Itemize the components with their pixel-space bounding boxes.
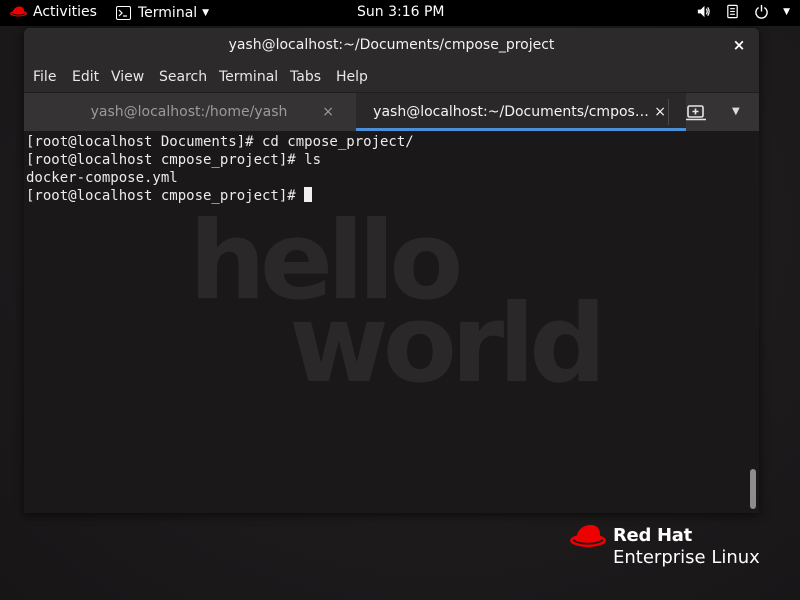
- menu-search[interactable]: Search: [159, 69, 207, 85]
- redhat-logo-icon[interactable]: [10, 5, 28, 19]
- chevron-down-icon: ▼: [783, 6, 790, 17]
- terminal-output[interactable]: hello world [root@localhost Documents]# …: [24, 131, 759, 513]
- tab-close-icon[interactable]: ×: [322, 93, 334, 131]
- tab-bar: yash@localhost:/home/yash × yash@localho…: [24, 92, 759, 131]
- menu-tabs[interactable]: Tabs: [290, 69, 321, 85]
- terminal-line: docker-compose.yml: [26, 170, 178, 186]
- tab-cmpose-project[interactable]: yash@localhost:~/Documents/cmpos… ×: [356, 93, 686, 131]
- tab-separator: [668, 99, 669, 125]
- text-cursor: [304, 187, 313, 202]
- activities-button[interactable]: Activities: [33, 4, 97, 20]
- terminal-prompt: [root@localhost cmpose_project]#: [26, 188, 305, 204]
- clock[interactable]: Sun 3:16 PM: [357, 4, 445, 20]
- chevron-down-icon[interactable]: ▼: [732, 103, 740, 121]
- power-icon: [755, 4, 768, 19]
- volume-icon: [697, 5, 710, 18]
- tab-label: yash@localhost:/home/yash: [90, 104, 288, 120]
- menu-help[interactable]: Help: [336, 69, 368, 85]
- top-panel: Activities Terminal ▼ Sun 3:16 PM ▼: [0, 0, 800, 26]
- app-menu-terminal[interactable]: Terminal ▼: [116, 3, 209, 23]
- terminal-prompt-line: [root@localhost cmpose_project]#: [26, 187, 414, 205]
- terminal-text: [root@localhost Documents]# cd cmpose_pr…: [26, 133, 414, 205]
- scrollbar-thumb[interactable]: [750, 469, 756, 509]
- tab-close-icon[interactable]: ×: [654, 93, 666, 131]
- tab-home-yash[interactable]: yash@localhost:/home/yash ×: [24, 93, 354, 131]
- terminal-icon: [116, 6, 131, 20]
- system-status-menu[interactable]: ▼: [696, 4, 790, 19]
- menu-terminal[interactable]: Terminal: [219, 69, 278, 85]
- window-title: yash@localhost:~/Documents/cmpose_projec…: [228, 37, 555, 53]
- app-menu-label: Terminal: [138, 5, 198, 21]
- terminal-line: [root@localhost Documents]# cd cmpose_pr…: [26, 134, 414, 150]
- hello-world-watermark: hello world: [189, 213, 607, 383]
- menu-edit[interactable]: Edit: [72, 69, 99, 85]
- tab-label: yash@localhost:~/Documents/cmpos…: [373, 104, 649, 120]
- window-titlebar[interactable]: yash@localhost:~/Documents/cmpose_projec…: [24, 28, 759, 63]
- brand-product: Enterprise Linux: [613, 547, 760, 568]
- menubar: File Edit View Search Terminal Tabs Help: [24, 63, 759, 92]
- terminal-line: [root@localhost cmpose_project]# ls: [26, 152, 322, 168]
- redhat-branding: Red Hat Enterprise Linux: [570, 520, 770, 570]
- network-icon: [727, 4, 738, 19]
- redhat-logo-icon: [570, 525, 606, 547]
- menu-view[interactable]: View: [111, 69, 144, 85]
- watermark-line2: world: [289, 282, 601, 383]
- terminal-window: yash@localhost:~/Documents/cmpose_projec…: [24, 28, 759, 513]
- terminal-scrollbar[interactable]: [749, 131, 757, 513]
- new-tab-icon[interactable]: [686, 103, 706, 121]
- window-close-button[interactable]: ×: [729, 28, 749, 62]
- menu-file[interactable]: File: [33, 69, 56, 85]
- brand-name: Red Hat: [613, 525, 692, 546]
- chevron-down-icon: ▼: [202, 8, 210, 18]
